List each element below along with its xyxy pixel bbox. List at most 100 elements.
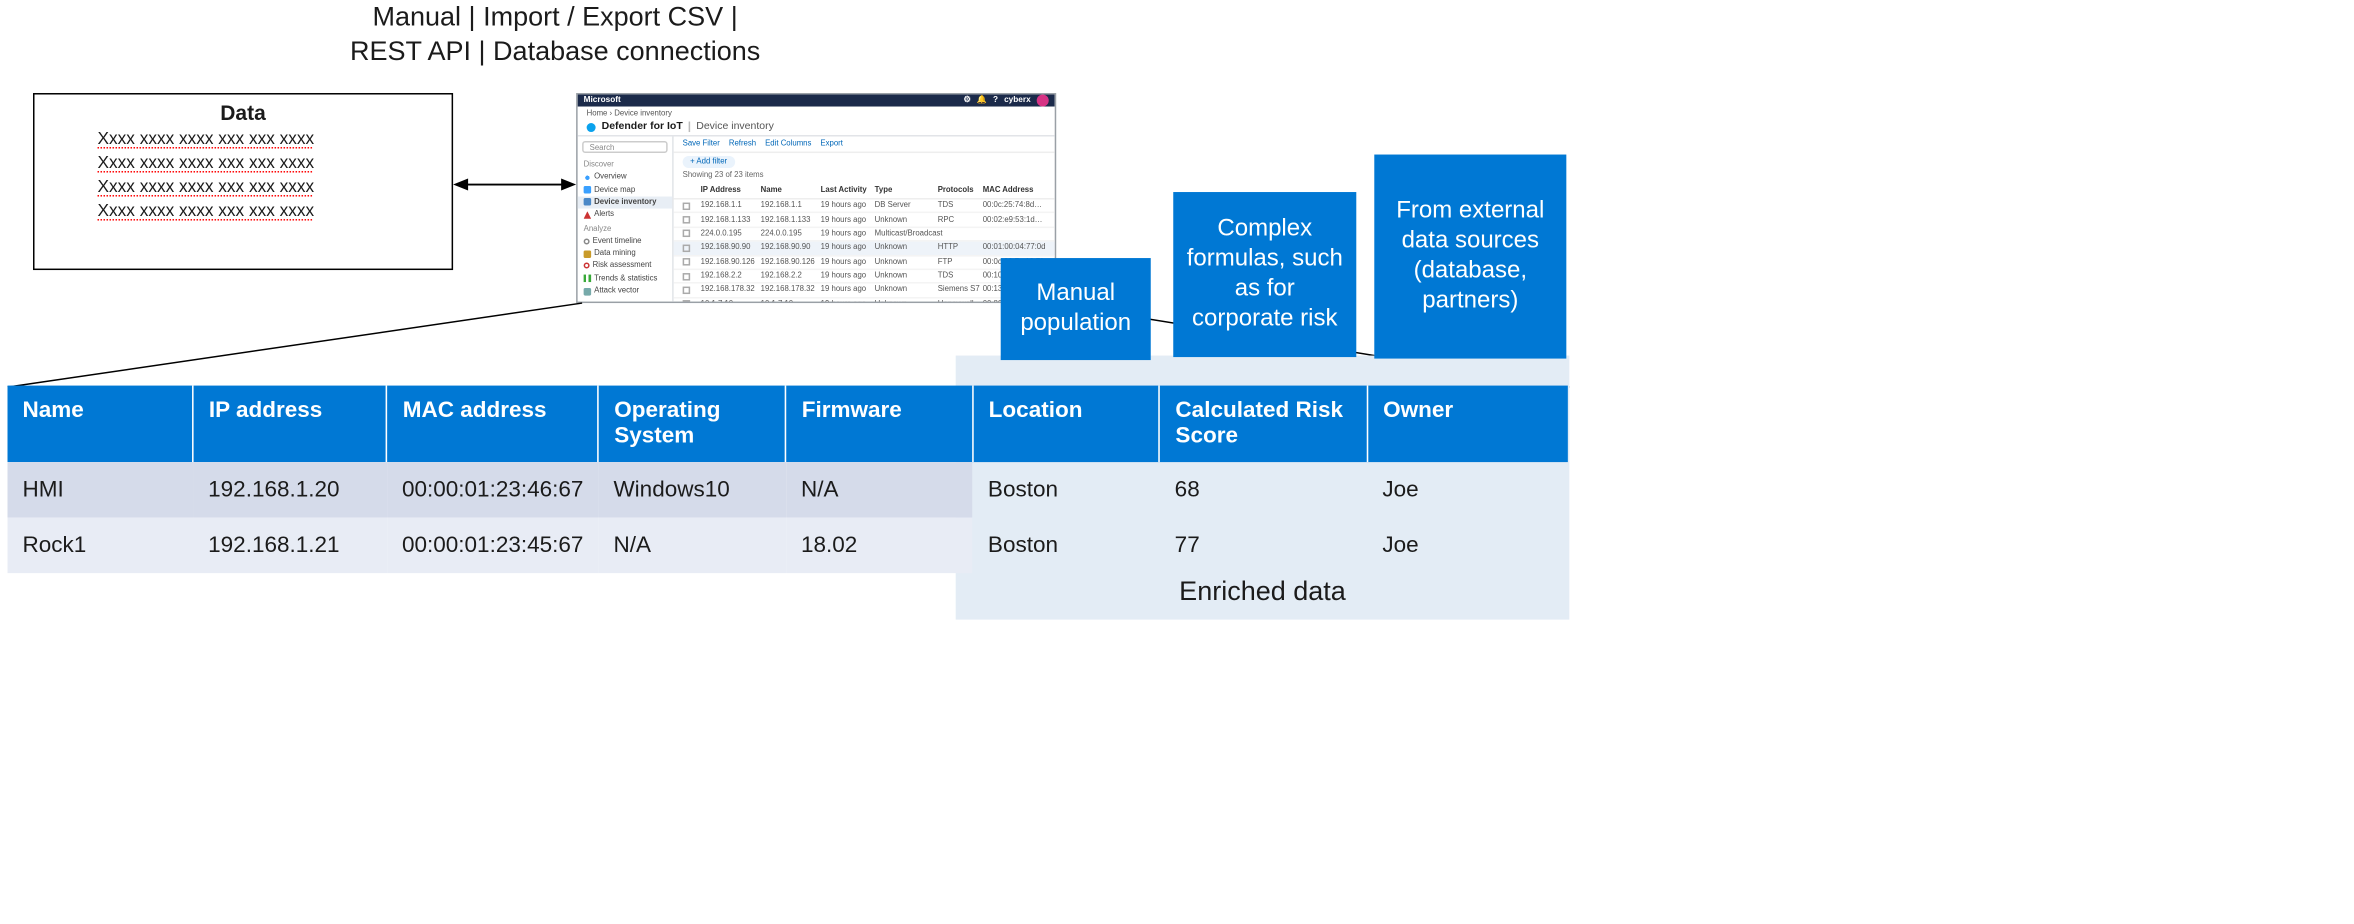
col-mac[interactable]: MAC Address	[983, 186, 1046, 195]
grid-row[interactable]: 10.1.7.1010.1.7.1019 hours agoUnknownHon…	[674, 298, 1055, 303]
cell-type: DB Server	[875, 201, 935, 210]
table-header-row: Name IP address MAC address Operating Sy…	[8, 386, 1568, 462]
edit-columns-button[interactable]: Edit Columns	[765, 140, 811, 149]
grid-row[interactable]: 192.168.90.126192.168.90.12619 hours ago…	[674, 256, 1055, 270]
sidebar-item-device-map[interactable]: Device map	[578, 184, 673, 197]
table-row: HMI192.168.1.2000:00:01:23:46:67Windows1…	[8, 461, 1568, 517]
th-mac: MAC address	[387, 386, 598, 462]
cell-name: 192.168.1.1	[761, 201, 818, 210]
grid-row[interactable]: 224.0.0.195224.0.0.19519 hours agoMultic…	[674, 228, 1055, 242]
row-checkbox[interactable]	[683, 258, 691, 266]
tile-label: Manual population	[1013, 279, 1139, 339]
grid-row[interactable]: 192.168.1.1192.168.1.119 hours agoDB Ser…	[674, 200, 1055, 214]
cell-mac: 00:02:e9:53:1d…	[983, 215, 1046, 224]
map-icon	[584, 186, 592, 194]
tile-complex-formulas: Complex formulas, such as for corporate …	[1173, 192, 1356, 357]
row-checkbox[interactable]	[683, 216, 691, 224]
cell-last: 19 hours ago	[821, 258, 872, 267]
cell-name: 10.1.7.10	[761, 300, 818, 303]
enriched-device-table: Name IP address MAC address Operating Sy…	[8, 386, 1568, 573]
network-icon	[584, 288, 592, 296]
data-placeholder-line: Xxxx xxxx xxxx xxx xxx xxxx	[98, 152, 452, 176]
tile-label: From external data sources (database, pa…	[1386, 197, 1554, 317]
cell-ip: 192.168.1.133	[701, 215, 758, 224]
cell-name: HMI	[8, 461, 194, 517]
sidebar-item-label: Data mining	[594, 249, 636, 258]
results-count: Showing 23 of 23 items	[683, 171, 1055, 180]
cell-ip: 192.168.178.32	[701, 286, 758, 295]
sidebar-item-label: Overview	[594, 173, 626, 182]
enriched-data-label: Enriched data	[956, 576, 1570, 608]
cell-type: Unknown	[875, 244, 935, 253]
sidebar-item-event-timeline[interactable]: Event timeline	[578, 235, 673, 248]
cell-ip: 192.168.1.1	[701, 201, 758, 210]
cell-last: 19 hours ago	[821, 286, 872, 295]
mining-icon	[584, 250, 592, 258]
bell-icon[interactable]: 🔔	[977, 96, 987, 105]
cell-mac: 00:0c:25:74:8d…	[983, 201, 1046, 210]
grid-row[interactable]: 192.168.2.2192.168.2.219 hours agoUnknow…	[674, 270, 1055, 284]
col-last[interactable]: Last Activity	[821, 186, 872, 195]
avatar[interactable]	[1037, 95, 1049, 107]
cell-last: 19 hours ago	[821, 272, 872, 281]
row-checkbox[interactable]	[683, 301, 691, 304]
row-checkbox[interactable]	[683, 202, 691, 210]
row-checkbox[interactable]	[683, 244, 691, 252]
cell-name: 192.168.2.2	[761, 272, 818, 281]
product-logo-icon	[587, 122, 596, 131]
cell-fw: 18.02	[786, 517, 973, 573]
brand-label: Microsoft	[584, 96, 621, 105]
sidebar-item-attack-vector[interactable]: Attack vector	[578, 285, 673, 298]
cell-last: 19 hours ago	[821, 229, 872, 238]
clock-icon	[584, 238, 590, 244]
row-checkbox[interactable]	[683, 272, 691, 280]
grid-row[interactable]: 192.168.90.90192.168.90.9019 hours agoUn…	[674, 242, 1055, 256]
sidebar-item-overview[interactable]: Overview	[578, 171, 673, 184]
th-location: Location	[973, 386, 1160, 462]
globe-icon	[584, 174, 592, 182]
top-annotation-line-1: Manual | Import / Export CSV |	[285, 0, 825, 34]
cell-protocols: TDS	[938, 201, 980, 210]
cell-os: Windows10	[598, 461, 786, 517]
refresh-button[interactable]: Refresh	[729, 140, 756, 149]
cell-ip: 10.1.7.10	[701, 300, 758, 303]
sidebar-item-label: Trends & statistics	[594, 274, 657, 283]
sidebar-item-label: Alerts	[594, 211, 614, 220]
breadcrumb[interactable]: Home › Device inventory	[578, 107, 1055, 122]
sidebar-item-data-mining[interactable]: Data mining	[578, 247, 673, 260]
add-filter-button[interactable]: + Add filter	[683, 156, 735, 168]
page-subtitle: Device inventory	[689, 122, 774, 133]
help-icon[interactable]: ?	[993, 96, 998, 105]
product-name: Defender for IoT	[602, 122, 683, 133]
cell-last: 19 hours ago	[821, 244, 872, 253]
sidebar-item-trends[interactable]: Trends & statistics	[578, 272, 673, 285]
device-icon	[584, 199, 592, 207]
gear-icon[interactable]: ⚙	[963, 96, 970, 105]
th-name: Name	[8, 386, 194, 462]
grid-row[interactable]: 192.168.1.133192.168.1.13319 hours agoUn…	[674, 214, 1055, 228]
col-ip[interactable]: IP Address	[701, 186, 758, 195]
cell-ip: 192.168.1.20	[193, 461, 387, 517]
cell-protocols: Siemens S7	[938, 286, 980, 295]
col-protocols[interactable]: Protocols	[938, 186, 980, 195]
col-name[interactable]: Name	[761, 186, 818, 195]
device-grid: IP Address Name Last Activity Type Proto…	[674, 183, 1055, 303]
alert-icon	[584, 211, 592, 219]
save-filter-button[interactable]: Save Filter	[683, 140, 720, 149]
cell-name: 224.0.0.195	[761, 229, 818, 238]
row-checkbox[interactable]	[683, 230, 691, 238]
cell-type: Unknown	[875, 272, 935, 281]
sidebar-item-risk-assessment[interactable]: Risk assessment	[578, 260, 673, 273]
th-risk: Calculated Risk Score	[1160, 386, 1368, 462]
th-owner: Owner	[1367, 386, 1567, 462]
sidebar-item-alerts[interactable]: Alerts	[578, 209, 673, 222]
row-checkbox[interactable]	[683, 286, 691, 294]
col-type[interactable]: Type	[875, 186, 935, 195]
data-box-title: Data	[35, 101, 452, 125]
cell-loc: Boston	[973, 517, 1160, 573]
export-button[interactable]: Export	[820, 140, 843, 149]
sidebar-item-device-inventory[interactable]: Device inventory	[578, 196, 673, 209]
search-input[interactable]: Search	[582, 141, 668, 153]
cell-owner: Joe	[1367, 517, 1567, 573]
grid-row[interactable]: 192.168.178.32192.168.178.3219 hours ago…	[674, 284, 1055, 298]
